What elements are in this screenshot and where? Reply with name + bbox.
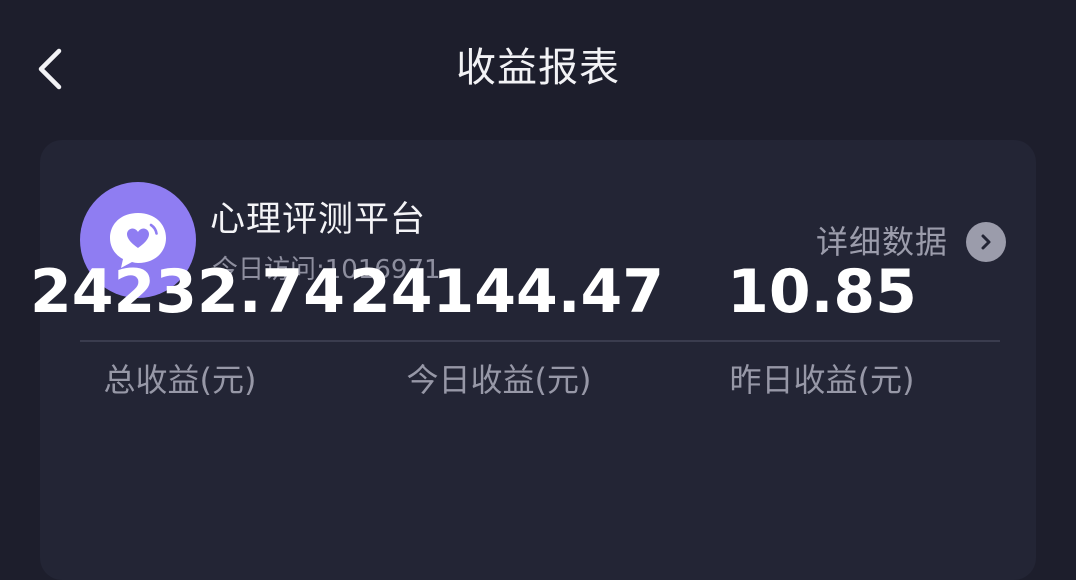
platform-name: 心理评测平台 <box>210 200 427 240</box>
stat-value: 24144.47 <box>349 257 665 327</box>
stat-value: 10.85 <box>727 257 917 327</box>
stat-label: 昨日收益(元) <box>729 361 915 399</box>
stat-total-earnings: 24232.74 总收益(元) <box>30 250 346 402</box>
chevron-right-circle-icon <box>966 222 1006 262</box>
stat-yesterday-earnings: 10.85 昨日收益(元) <box>672 250 972 402</box>
stat-value: 24232.74 <box>30 257 346 327</box>
stat-label: 总收益(元) <box>103 361 257 399</box>
stat-label: 今日收益(元) <box>406 361 592 399</box>
stat-today-earnings: 24144.47 今日收益(元) <box>349 250 665 402</box>
top-nav-bar: 收益报表 <box>0 0 1076 140</box>
page-title: 收益报表 <box>456 45 620 91</box>
